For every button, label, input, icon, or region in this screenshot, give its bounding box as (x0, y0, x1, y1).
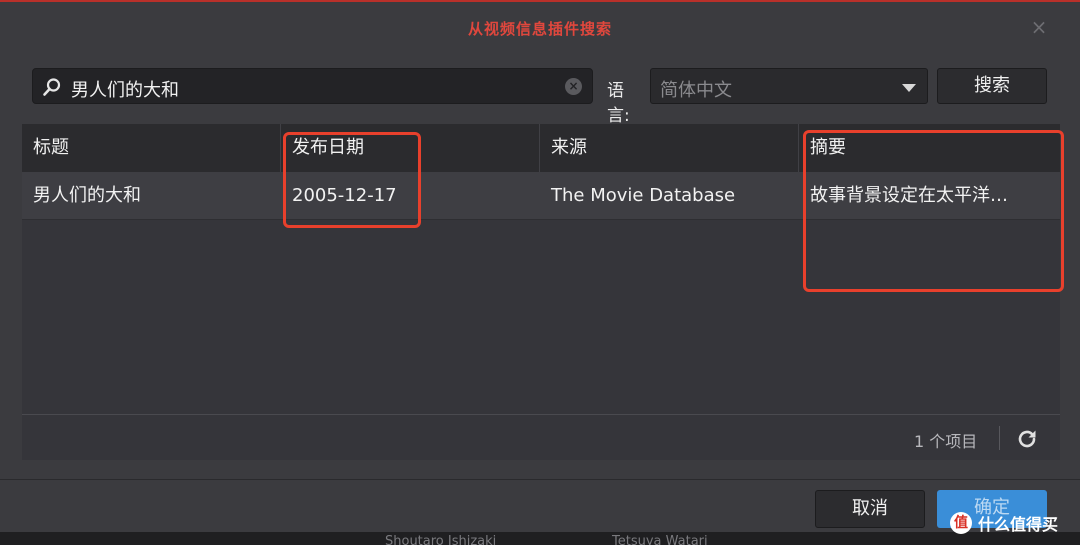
column-header-source[interactable]: 来源 (540, 124, 799, 172)
column-header-title[interactable]: 标题 (22, 124, 281, 172)
footer-separator (999, 426, 1000, 450)
background-text: Tetsuya Watari (612, 534, 708, 545)
search-input[interactable]: 男人们的大和 × (32, 68, 593, 104)
language-select[interactable]: 简体中文 (650, 68, 928, 104)
watermark: 值 什么值得买 (950, 508, 1058, 538)
background-window-strip: Shoutaro Ishizaki Tetsuya Watari (0, 532, 1080, 545)
cell-title: 男人们的大和 (33, 185, 141, 206)
clear-icon[interactable]: × (565, 78, 582, 95)
cancel-button[interactable]: 取消 (815, 490, 925, 528)
close-icon[interactable]: × (1028, 16, 1050, 38)
refresh-icon[interactable] (1015, 427, 1039, 451)
dialog-footer-divider (0, 479, 1080, 480)
search-icon (43, 78, 61, 96)
highlight-box-summary (803, 130, 1064, 292)
chevron-down-icon (902, 84, 916, 92)
cell-source: The Movie Database (551, 185, 736, 206)
search-button[interactable]: 搜索 (937, 68, 1047, 104)
dialog-title: 从视频信息插件搜索 (467, 19, 612, 38)
watermark-logo-icon: 值 (950, 512, 972, 534)
language-value: 简体中文 (660, 80, 732, 101)
language-label: 语言: (607, 81, 630, 126)
dialog-titlebar: 从视频信息插件搜索 × (0, 2, 1080, 54)
background-text: Shoutaro Ishizaki (385, 534, 497, 545)
search-query: 男人们的大和 (71, 80, 179, 101)
item-count: 1 个项目 (914, 432, 978, 451)
footer-divider (22, 414, 1060, 415)
watermark-text: 什么值得买 (978, 515, 1059, 534)
highlight-box-release-date (283, 132, 421, 228)
search-dialog: 从视频信息插件搜索 × 男人们的大和 × 语言: 简体中文 搜索 标题 发布日期… (0, 0, 1080, 545)
